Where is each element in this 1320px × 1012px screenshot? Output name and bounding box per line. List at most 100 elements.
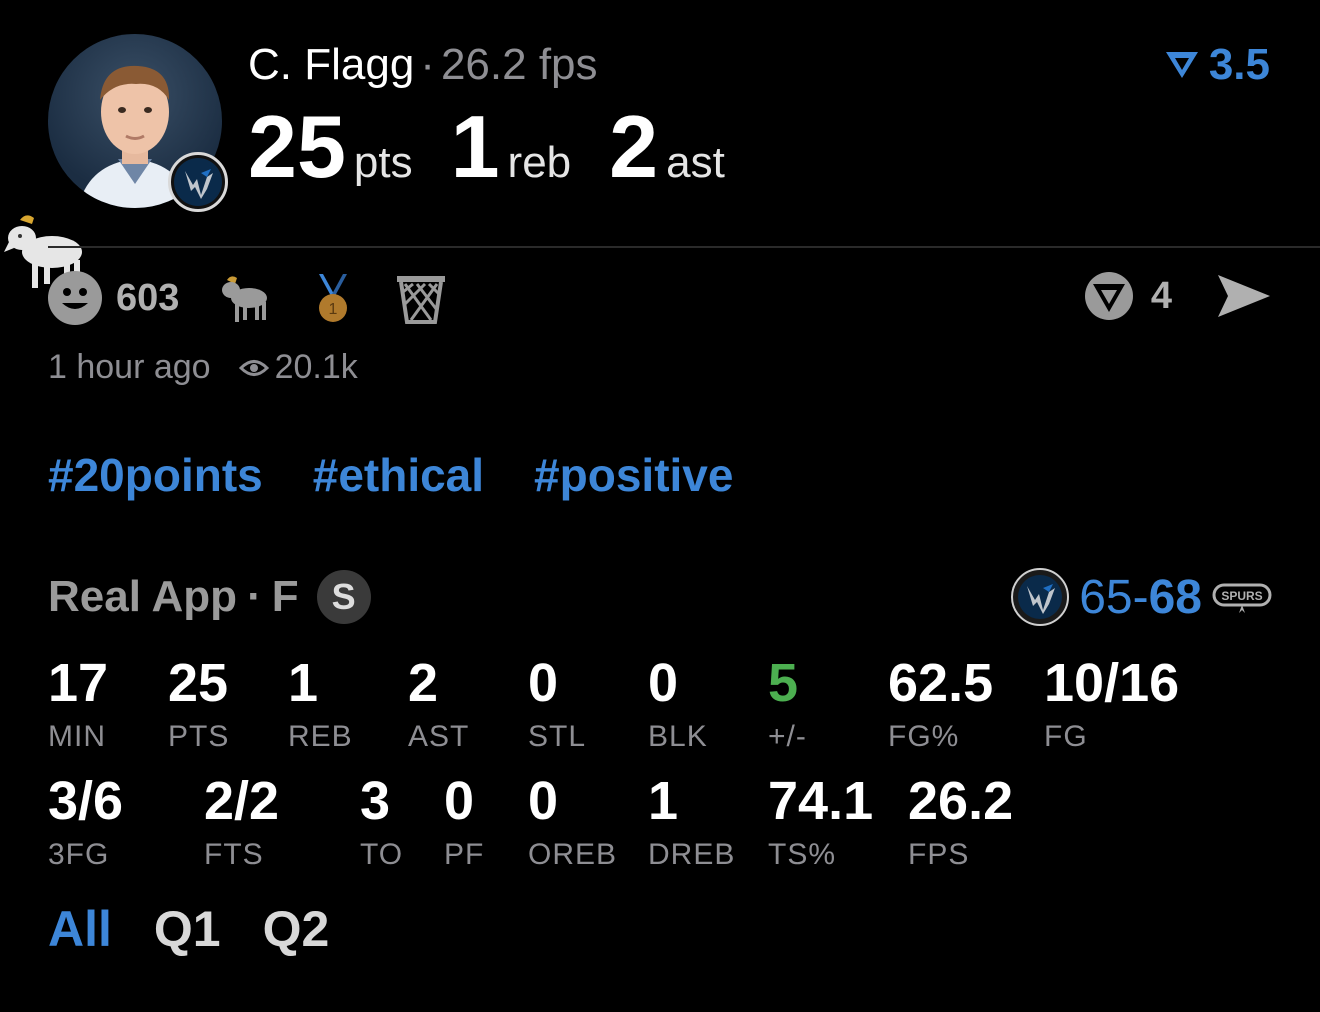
- post-time: 1 hour ago: [48, 348, 211, 386]
- separator: ·: [420, 40, 435, 89]
- player-header: C. Flagg · 26.2 fps: [248, 40, 598, 90]
- stat-value: 0: [528, 771, 559, 831]
- starter-badge: S: [316, 570, 371, 624]
- basket-icon[interactable]: [393, 270, 449, 326]
- stat-value: 3: [360, 771, 391, 831]
- stat-value: 0: [444, 771, 475, 831]
- stat-oreb: 0 OREB: [528, 774, 617, 872]
- stat-label: TS%: [768, 838, 837, 871]
- team-score-left: 65: [1079, 570, 1133, 624]
- stat-label: FTS: [204, 838, 264, 871]
- assists-unit: ast: [666, 138, 725, 187]
- stat-blk: 0 BLK: [648, 656, 708, 754]
- stat-value: 0: [648, 653, 679, 713]
- stat-label: BLK: [648, 720, 708, 753]
- player-fps: 26.2 fps: [440, 40, 598, 89]
- rating-value: 3.5: [1208, 40, 1270, 89]
- score-text: 65-68: [1079, 570, 1202, 625]
- hashtag[interactable]: #ethical: [313, 448, 484, 502]
- stat-label: TO: [360, 838, 404, 871]
- stat-label: PTS: [168, 720, 230, 753]
- goat-icon[interactable]: [217, 270, 273, 326]
- game-info: Real App · F S: [48, 570, 371, 624]
- stat-label: REB: [288, 720, 353, 753]
- stat-label: OREB: [528, 838, 618, 871]
- team-logo: [168, 152, 228, 212]
- stat-fg: 10/16 FG: [1044, 656, 1179, 754]
- player-name[interactable]: C. Flagg: [248, 40, 414, 89]
- share-area: 4: [1081, 270, 1272, 322]
- stat-value: 74.1: [768, 771, 874, 831]
- points-unit: pts: [353, 138, 413, 187]
- stat-label: FPS: [908, 838, 970, 871]
- stat-label: MIN: [48, 720, 106, 753]
- rebounds-unit: reb: [507, 138, 572, 187]
- stat-dreb: 1 DREB: [648, 774, 735, 872]
- send-icon[interactable]: [1216, 273, 1272, 319]
- player-statline: 25 pts 1 reb 2 ast: [248, 96, 763, 198]
- stat-reb: 1 REB: [288, 656, 353, 754]
- stat-to: 3 TO: [360, 774, 403, 872]
- stat-value: 26.2: [908, 771, 1014, 831]
- score-dash: -: [1132, 570, 1149, 624]
- rating-score[interactable]: 3.5: [1163, 40, 1270, 90]
- stat-value: 2/2: [204, 771, 280, 831]
- stat-fg-pct: 62.5 FG%: [888, 656, 993, 754]
- post-meta: 1 hour ago 20.1k: [48, 348, 358, 387]
- stat-3fg: 3/6 3FG: [48, 774, 123, 872]
- svg-text:1: 1: [329, 301, 338, 318]
- quarter-tabs: All Q1 Q2: [48, 900, 329, 958]
- smile-icon[interactable]: [48, 271, 102, 325]
- view-count-value: 20.1k: [274, 348, 358, 386]
- view-count: 20.1k: [238, 348, 358, 387]
- stat-label: FG%: [888, 720, 960, 753]
- stat-value: 25: [168, 653, 229, 713]
- stat-min: 17 MIN: [48, 656, 108, 754]
- mavericks-logo-icon: [174, 158, 222, 206]
- spurs-logo-text: SPURS: [1221, 589, 1262, 603]
- stat-plus-minus: 5 +/-: [768, 656, 807, 754]
- stat-fps: 26.2 FPS: [908, 774, 1013, 872]
- divider: [48, 246, 1320, 248]
- stat-fts: 2/2 FTS: [204, 774, 279, 872]
- stat-value: 17: [48, 653, 109, 713]
- stat-value: 10/16: [1044, 653, 1180, 713]
- rebounds-value: 1: [450, 97, 500, 196]
- stat-ast: 2 AST: [408, 656, 469, 754]
- stat-label: AST: [408, 720, 470, 753]
- spurs-logo-icon: SPURS: [1212, 583, 1272, 613]
- separator: ·: [247, 572, 262, 621]
- tab-all[interactable]: All: [48, 900, 112, 958]
- stat-label: +/-: [768, 720, 807, 753]
- stat-label: PF: [444, 838, 485, 871]
- stat-pts: 25 PTS: [168, 656, 229, 754]
- hashtag[interactable]: #20points: [48, 448, 263, 502]
- points-value: 25: [248, 97, 346, 196]
- filter-triangle-icon: [1165, 52, 1198, 78]
- stat-value: 2: [408, 653, 439, 713]
- game-score[interactable]: 65-68 SPURS: [1011, 568, 1272, 626]
- tab-q2[interactable]: Q2: [263, 900, 330, 958]
- triangle-badge-icon[interactable]: [1081, 270, 1137, 322]
- tab-q1[interactable]: Q1: [154, 900, 221, 958]
- stat-label: STL: [528, 720, 587, 753]
- stat-pf: 0 PF: [444, 774, 484, 872]
- medal-icon[interactable]: 1: [305, 270, 361, 326]
- stat-label: FG: [1044, 720, 1088, 753]
- share-count: 4: [1150, 274, 1172, 317]
- stat-value: 1: [648, 771, 679, 831]
- reaction-count[interactable]: 603: [116, 277, 179, 320]
- stat-ts-pct: 74.1 TS%: [768, 774, 873, 872]
- eye-icon: [238, 359, 269, 376]
- stat-label: 3FG: [48, 838, 110, 871]
- stat-value: 5: [768, 653, 799, 713]
- stat-value: 62.5: [888, 653, 994, 713]
- team-score-right: 68: [1148, 570, 1202, 624]
- stat-label: DREB: [648, 838, 736, 871]
- player-position: F: [271, 572, 299, 621]
- hashtag[interactable]: #positive: [534, 448, 733, 502]
- stat-value: 0: [528, 653, 559, 713]
- reactions-bar: 603 1: [48, 270, 467, 326]
- mavericks-logo-icon: [1011, 568, 1070, 626]
- assists-value: 2: [609, 97, 659, 196]
